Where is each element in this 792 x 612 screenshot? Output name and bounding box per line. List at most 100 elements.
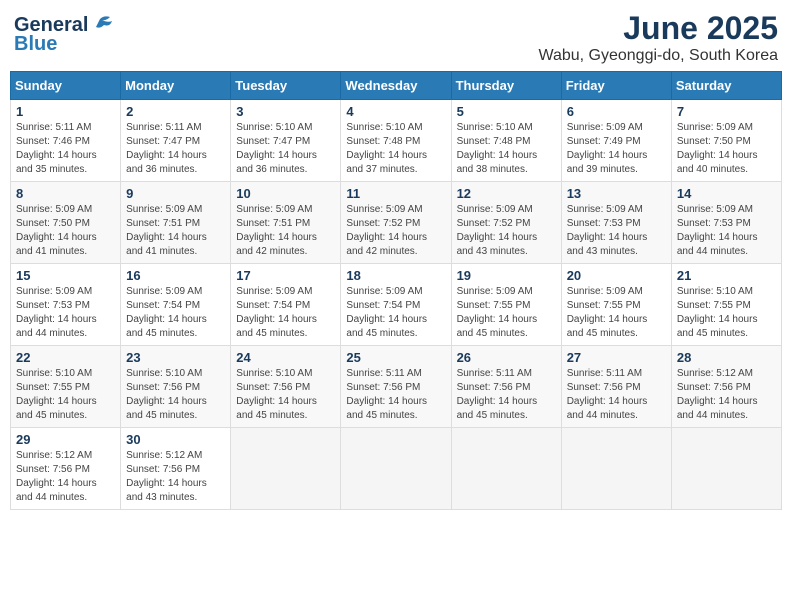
day-info: Sunrise: 5:09 AMSunset: 7:52 PMDaylight:… (457, 203, 556, 259)
col-wednesday: Wednesday (341, 72, 451, 100)
header-row: Sunday Monday Tuesday Wednesday Thursday… (11, 72, 782, 100)
day-info: Sunrise: 5:09 AMSunset: 7:50 PMDaylight:… (677, 121, 776, 177)
day-info: Sunrise: 5:12 AMSunset: 7:56 PMDaylight:… (16, 449, 115, 505)
day-number: 20 (567, 268, 666, 283)
calendar-cell (231, 428, 341, 510)
calendar-cell: 12 Sunrise: 5:09 AMSunset: 7:52 PMDayligh… (451, 182, 561, 264)
day-number: 4 (346, 104, 445, 119)
day-info: Sunrise: 5:12 AMSunset: 7:56 PMDaylight:… (677, 367, 776, 423)
calendar-cell: 16Sunrise: 5:09 AMSunset: 7:54 PMDayligh… (121, 264, 231, 346)
day-info: Sunrise: 5:12 AMSunset: 7:56 PMDaylight:… (126, 449, 225, 505)
logo-blue-text: Blue (14, 33, 57, 56)
calendar-cell: 2Sunrise: 5:11 AMSunset: 7:47 PMDaylight… (121, 100, 231, 182)
title-area: June 2025 Wabu, Gyeonggi-do, South Korea (538, 10, 778, 65)
day-info: Sunrise: 5:10 AMSunset: 7:47 PMDaylight:… (236, 121, 335, 177)
day-info: Sunrise: 5:09 AMSunset: 7:53 PMDaylight:… (567, 203, 666, 259)
day-number: 1 (16, 104, 115, 119)
day-number: 19 (457, 268, 556, 283)
day-info: Sunrise: 5:10 AMSunset: 7:56 PMDaylight:… (126, 367, 225, 423)
logo: General Blue (14, 10, 112, 56)
day-number: 28 (677, 350, 776, 365)
day-number: 11 (346, 186, 445, 201)
calendar-week-3: 15 Sunrise: 5:09 AMSunset: 7:53 PMDayligh… (11, 264, 782, 346)
day-number: 24 (236, 350, 335, 365)
calendar-cell: 15 Sunrise: 5:09 AMSunset: 7:53 PMDayligh… (11, 264, 121, 346)
day-info: Sunrise: 5:09 AMSunset: 7:50 PMDaylight:… (16, 203, 115, 259)
day-info: Sunrise: 5:09 AMSunset: 7:53 PMDaylight:… (677, 203, 776, 259)
calendar-cell: 24 Sunrise: 5:10 AMSunset: 7:56 PMDayligh… (231, 346, 341, 428)
day-info: Sunrise: 5:10 AMSunset: 7:55 PMDaylight:… (16, 367, 115, 423)
day-info: Sunrise: 5:10 AMSunset: 7:48 PMDaylight:… (346, 121, 445, 177)
day-info: Sunrise: 5:09 AMSunset: 7:55 PMDaylight:… (457, 285, 556, 341)
col-tuesday: Tuesday (231, 72, 341, 100)
calendar-table: Sunday Monday Tuesday Wednesday Thursday… (10, 71, 782, 510)
subtitle: Wabu, Gyeonggi-do, South Korea (538, 47, 778, 65)
calendar-cell: 22 Sunrise: 5:10 AMSunset: 7:55 PMDayligh… (11, 346, 121, 428)
day-number: 21 (677, 268, 776, 283)
header: General Blue June 2025 Wabu, Gyeonggi-do… (10, 10, 782, 65)
calendar-cell: 27 Sunrise: 5:11 AMSunset: 7:56 PMDayligh… (561, 346, 671, 428)
calendar-week-1: 1Sunrise: 5:11 AMSunset: 7:46 PMDaylight… (11, 100, 782, 182)
calendar-cell (341, 428, 451, 510)
day-number: 18 (346, 268, 445, 283)
calendar-week-5: 29 Sunrise: 5:12 AMSunset: 7:56 PMDayligh… (11, 428, 782, 510)
calendar-cell: 18 Sunrise: 5:09 AMSunset: 7:54 PMDayligh… (341, 264, 451, 346)
day-number: 13 (567, 186, 666, 201)
calendar-cell: 25Sunrise: 5:11 AMSunset: 7:56 PMDayligh… (341, 346, 451, 428)
calendar-cell: 30 Sunrise: 5:12 AMSunset: 7:56 PMDayligh… (121, 428, 231, 510)
day-number: 10 (236, 186, 335, 201)
day-number: 12 (457, 186, 556, 201)
calendar-cell: 14 Sunrise: 5:09 AMSunset: 7:53 PMDayligh… (671, 182, 781, 264)
day-info: Sunrise: 5:09 AMSunset: 7:51 PMDaylight:… (236, 203, 335, 259)
day-number: 7 (677, 104, 776, 119)
day-number: 3 (236, 104, 335, 119)
calendar-cell: 19 Sunrise: 5:09 AMSunset: 7:55 PMDayligh… (451, 264, 561, 346)
col-monday: Monday (121, 72, 231, 100)
day-info: Sunrise: 5:10 AMSunset: 7:56 PMDaylight:… (236, 367, 335, 423)
calendar-cell (561, 428, 671, 510)
day-number: 8 (16, 186, 115, 201)
day-number: 26 (457, 350, 556, 365)
day-number: 30 (126, 432, 225, 447)
calendar-cell: 9Sunrise: 5:09 AMSunset: 7:51 PMDaylight… (121, 182, 231, 264)
day-number: 29 (16, 432, 115, 447)
day-info: Sunrise: 5:09 AMSunset: 7:54 PMDaylight:… (236, 285, 335, 341)
calendar-cell: 6 Sunrise: 5:09 AMSunset: 7:49 PMDaylight… (561, 100, 671, 182)
day-info: Sunrise: 5:11 AMSunset: 7:56 PMDaylight:… (567, 367, 666, 423)
col-saturday: Saturday (671, 72, 781, 100)
calendar-cell: 28 Sunrise: 5:12 AMSunset: 7:56 PMDayligh… (671, 346, 781, 428)
calendar-cell: 7 Sunrise: 5:09 AMSunset: 7:50 PMDaylight… (671, 100, 781, 182)
calendar-cell: 21 Sunrise: 5:10 AMSunset: 7:55 PMDayligh… (671, 264, 781, 346)
day-number: 15 (16, 268, 115, 283)
calendar-week-4: 22 Sunrise: 5:10 AMSunset: 7:55 PMDayligh… (11, 346, 782, 428)
day-number: 6 (567, 104, 666, 119)
calendar-cell: 29 Sunrise: 5:12 AMSunset: 7:56 PMDayligh… (11, 428, 121, 510)
day-info: Sunrise: 5:09 AMSunset: 7:54 PMDaylight:… (346, 285, 445, 341)
day-number: 2 (126, 104, 225, 119)
col-sunday: Sunday (11, 72, 121, 100)
calendar-week-2: 8 Sunrise: 5:09 AMSunset: 7:50 PMDaylight… (11, 182, 782, 264)
day-number: 17 (236, 268, 335, 283)
day-number: 9 (126, 186, 225, 201)
day-info: Sunrise: 5:10 AMSunset: 7:55 PMDaylight:… (677, 285, 776, 341)
calendar-cell: 3 Sunrise: 5:10 AMSunset: 7:47 PMDaylight… (231, 100, 341, 182)
day-number: 14 (677, 186, 776, 201)
calendar-cell: 4 Sunrise: 5:10 AMSunset: 7:48 PMDaylight… (341, 100, 451, 182)
day-info: Sunrise: 5:09 AMSunset: 7:52 PMDaylight:… (346, 203, 445, 259)
day-number: 16 (126, 268, 225, 283)
day-info: Sunrise: 5:09 AMSunset: 7:53 PMDaylight:… (16, 285, 115, 341)
col-thursday: Thursday (451, 72, 561, 100)
calendar-cell: 10 Sunrise: 5:09 AMSunset: 7:51 PMDayligh… (231, 182, 341, 264)
day-info: Sunrise: 5:11 AMSunset: 7:56 PMDaylight:… (457, 367, 556, 423)
day-info: Sunrise: 5:09 AMSunset: 7:49 PMDaylight:… (567, 121, 666, 177)
calendar-cell (671, 428, 781, 510)
calendar-cell: 13 Sunrise: 5:09 AMSunset: 7:53 PMDayligh… (561, 182, 671, 264)
day-number: 22 (16, 350, 115, 365)
col-friday: Friday (561, 72, 671, 100)
main-title: June 2025 (538, 10, 778, 47)
day-number: 27 (567, 350, 666, 365)
calendar-cell: 11 Sunrise: 5:09 AMSunset: 7:52 PMDayligh… (341, 182, 451, 264)
day-number: 23 (126, 350, 225, 365)
calendar-cell: 20Sunrise: 5:09 AMSunset: 7:55 PMDayligh… (561, 264, 671, 346)
calendar-cell: 17 Sunrise: 5:09 AMSunset: 7:54 PMDayligh… (231, 264, 341, 346)
